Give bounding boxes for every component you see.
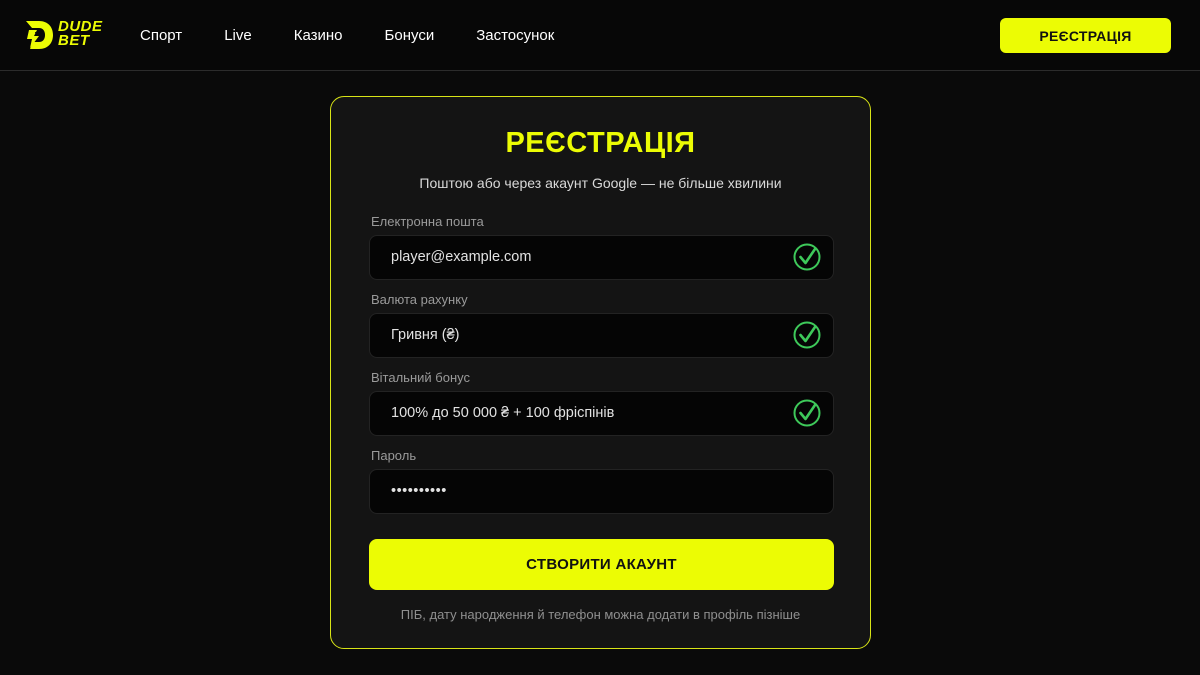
email-value: player@example.com [391, 249, 532, 265]
password-label: Пароль [371, 448, 417, 463]
registration-subtitle: Поштою або через акаунт Google — не біль… [419, 175, 782, 191]
registration-card: РЕЄСТРАЦІЯ Поштою або через акаунт Googl… [330, 96, 871, 649]
create-account-button[interactable]: СТВОРИТИ АКАУНТ [369, 539, 834, 590]
header-register-button[interactable]: РЕЄСТРАЦІЯ [1000, 18, 1171, 53]
profile-footnote: ПІБ, дату народження й телефон можна дод… [400, 607, 801, 622]
main-nav: Спорт Live Казино Бонуси Застосунок [140, 0, 596, 70]
logo-mark-icon [26, 21, 53, 49]
check-circle-icon [793, 321, 821, 349]
logo-line-2: BET [58, 32, 90, 49]
check-circle-icon [793, 399, 821, 427]
dudebet-logo[interactable]: DUDE BET [24, 19, 106, 51]
bonus-value: 100% до 50 000 ₴ + 100 фріспінів [391, 405, 615, 421]
registration-title: РЕЄСТРАЦІЯ [505, 127, 696, 159]
nav-item-casino[interactable]: Казино [294, 27, 343, 44]
nav-item-sport[interactable]: Спорт [140, 27, 182, 44]
nav-item-app[interactable]: Застосунок [476, 27, 554, 44]
bonus-select[interactable]: 100% до 50 000 ₴ + 100 фріспінів [369, 391, 834, 436]
email-field[interactable]: player@example.com [369, 235, 834, 280]
nav-item-bonuses[interactable]: Бонуси [385, 27, 435, 44]
email-label: Електронна пошта [371, 214, 484, 229]
currency-select[interactable]: Гривня (₴) [369, 313, 834, 358]
check-circle-icon [793, 243, 821, 271]
nav-item-live[interactable]: Live [224, 27, 252, 44]
logo-wordmark: DUDE BET [58, 19, 103, 49]
currency-label: Валюта рахунку [371, 292, 468, 307]
bonus-label: Вітальний бонус [371, 370, 470, 385]
password-value: •••••••••• [391, 483, 447, 499]
currency-value: Гривня (₴) [391, 327, 460, 343]
password-field[interactable]: •••••••••• [369, 469, 834, 514]
site-header: DUDE BET Спорт Live Казино Бонуси Застос… [0, 0, 1200, 71]
